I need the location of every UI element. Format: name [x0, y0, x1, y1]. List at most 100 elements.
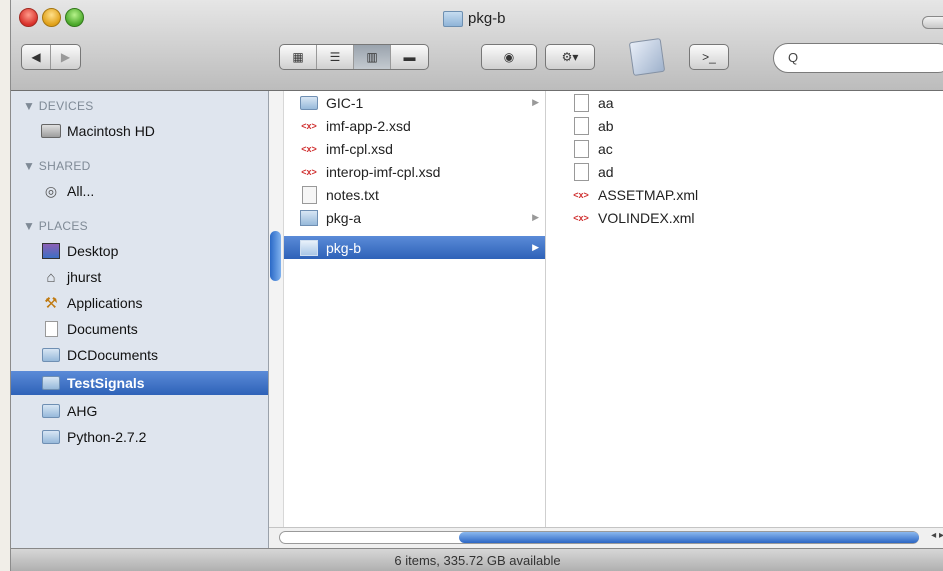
back-button[interactable]: ◀ [22, 45, 51, 69]
scrollbar-thumb[interactable] [459, 532, 919, 543]
list-item-label: ab [598, 117, 614, 134]
file-icon [572, 116, 590, 135]
minimize-button[interactable] [42, 8, 61, 27]
sidebar-item-jhurst[interactable]: ⌂ jhurst [11, 265, 268, 289]
xml-file-icon: <x> [301, 166, 317, 177]
list-item-ab[interactable]: ab [546, 114, 943, 137]
icon-view-icon: ▦ [292, 50, 304, 64]
sidebar-section-shared[interactable]: ▼ SHARED [23, 159, 91, 173]
list-item-volindex[interactable]: <x> VOLINDEX.xml [546, 206, 943, 229]
list-item-label: imf-app-2.xsd [326, 117, 411, 134]
terminal-button[interactable]: >_ [689, 44, 729, 70]
list-item-pkg-a[interactable]: pkg-a ▶ [284, 206, 545, 229]
applications-icon: ⚒ [44, 295, 58, 312]
column-1: GIC-1 ▶ <x> imf-app-2.xsd <x> imf-cpl.xs… [284, 91, 546, 527]
column-scrollbar[interactable] [269, 91, 284, 527]
sidebar-item-macintosh-hd[interactable]: Macintosh HD [11, 119, 268, 143]
sidebar-item-label: Desktop [67, 243, 119, 259]
toolbar: pkg-b ◀ ▶ ▦ ☰ ▥ ▬ ◉ ⚙▾ >_ Q [11, 0, 943, 91]
scroll-arrows[interactable]: ◂ ▸ [931, 530, 943, 541]
column-view-icon: ▥ [366, 50, 378, 64]
finder-window: pkg-b ◀ ▶ ▦ ☰ ▥ ▬ ◉ ⚙▾ >_ Q ▼ DEVICES Ma… [10, 0, 943, 571]
sidebar-item-label: AHG [67, 403, 98, 419]
sidebar-item-label: jhurst [67, 269, 102, 285]
list-item-label: ad [598, 163, 614, 180]
list-item-gic-1[interactable]: GIC-1 ▶ [284, 91, 545, 114]
list-item-ad[interactable]: ad [546, 160, 943, 183]
sidebar-item-python[interactable]: Python-2.7.2 [11, 425, 268, 449]
list-item-assetmap[interactable]: <x> ASSETMAP.xml [546, 183, 943, 206]
coverflow-view-icon: ▬ [403, 50, 416, 64]
sidebar-item-testsignals[interactable]: TestSignals [11, 371, 268, 395]
folder-icon [443, 10, 463, 27]
disclosure-arrow-icon: ▶ [532, 212, 539, 222]
sidebar-item-ahg[interactable]: AHG [11, 399, 268, 423]
xml-file-icon: <x> [573, 189, 589, 200]
folder-icon [41, 403, 61, 419]
text-file-icon [300, 185, 318, 204]
xml-file-icon: <x> [301, 143, 317, 154]
list-item-interop-imf-cpl[interactable]: <x> interop-imf-cpl.xsd [284, 160, 545, 183]
list-item-aa[interactable]: aa [546, 91, 943, 114]
sidebar-item-label: Python-2.7.2 [67, 429, 147, 445]
list-item-notes[interactable]: notes.txt [284, 183, 545, 206]
list-item-label: pkg-a [326, 209, 362, 226]
list-item-label: imf-cpl.xsd [326, 140, 393, 157]
list-item-pkg-b[interactable]: pkg-b ▶ [284, 236, 545, 259]
disclosure-arrow-icon: ▶ [532, 242, 539, 252]
hard-drive-icon [41, 123, 61, 139]
eye-icon: ◉ [503, 50, 515, 64]
list-item-imf-cpl[interactable]: <x> imf-cpl.xsd [284, 137, 545, 160]
script-app-icon[interactable] [628, 37, 666, 77]
view-mode-control: ▦ ☰ ▥ ▬ [279, 44, 429, 70]
xml-file-icon: <x> [573, 212, 589, 223]
sidebar-item-label: Documents [67, 321, 138, 337]
back-forward-control: ◀ ▶ [21, 44, 81, 70]
scrollbar-thumb[interactable] [270, 231, 281, 281]
list-item-label: pkg-b [326, 239, 362, 256]
list-view-button[interactable]: ☰ [317, 45, 354, 69]
icon-view-button[interactable]: ▦ [280, 45, 317, 69]
search-icon: Q [788, 50, 799, 65]
sidebar-item-dcdocuments[interactable]: DCDocuments [11, 343, 268, 367]
list-item-imf-app-2[interactable]: <x> imf-app-2.xsd [284, 114, 545, 137]
sidebar-item-label: Applications [67, 295, 143, 311]
sidebar-item-documents[interactable]: Documents [11, 317, 268, 341]
zoom-button[interactable] [65, 8, 84, 27]
file-icon [572, 139, 590, 158]
sidebar-item-label: All... [67, 183, 95, 199]
status-text: 6 items, 335.72 GB available [394, 553, 561, 568]
search-field[interactable]: Q [773, 43, 943, 73]
documents-icon [41, 321, 61, 337]
sidebar-item-all[interactable]: ◎ All... [11, 179, 268, 203]
coverflow-view-button[interactable]: ▬ [391, 45, 428, 69]
column-view-button[interactable]: ▥ [354, 45, 391, 69]
list-item-label: ASSETMAP.xml [598, 186, 699, 203]
list-item-ac[interactable]: ac [546, 137, 943, 160]
horizontal-scrollbar[interactable]: ◂ ▸ [269, 527, 943, 548]
forward-button[interactable]: ▶ [51, 45, 80, 69]
xml-file-icon: <x> [301, 120, 317, 131]
status-bar: 6 items, 335.72 GB available [11, 548, 943, 571]
back-arrow-icon: ◀ [31, 50, 41, 64]
close-button[interactable] [19, 8, 38, 27]
file-icon [572, 162, 590, 181]
folder-icon [41, 347, 61, 363]
list-item-label: ac [598, 140, 613, 157]
folder-icon [41, 429, 61, 445]
list-view-icon: ☰ [329, 50, 341, 64]
sidebar: ▼ DEVICES Macintosh HD ▼ SHARED ◎ All...… [11, 91, 269, 548]
sidebar-item-desktop[interactable]: Desktop [11, 239, 268, 263]
terminal-icon: >_ [702, 50, 716, 64]
file-icon [572, 93, 590, 112]
list-item-label: VOLINDEX.xml [598, 209, 695, 226]
toolbar-toggle-button[interactable] [922, 16, 943, 29]
quick-look-button[interactable]: ◉ [481, 44, 537, 70]
sidebar-item-label: Macintosh HD [67, 123, 155, 139]
sidebar-section-devices[interactable]: ▼ DEVICES [23, 99, 94, 113]
sidebar-section-places[interactable]: ▼ PLACES [23, 219, 88, 233]
sidebar-item-applications[interactable]: ⚒ Applications [11, 291, 268, 315]
home-icon: ⌂ [46, 268, 56, 286]
action-menu-button[interactable]: ⚙▾ [545, 44, 595, 70]
list-item-label: interop-imf-cpl.xsd [326, 163, 441, 180]
